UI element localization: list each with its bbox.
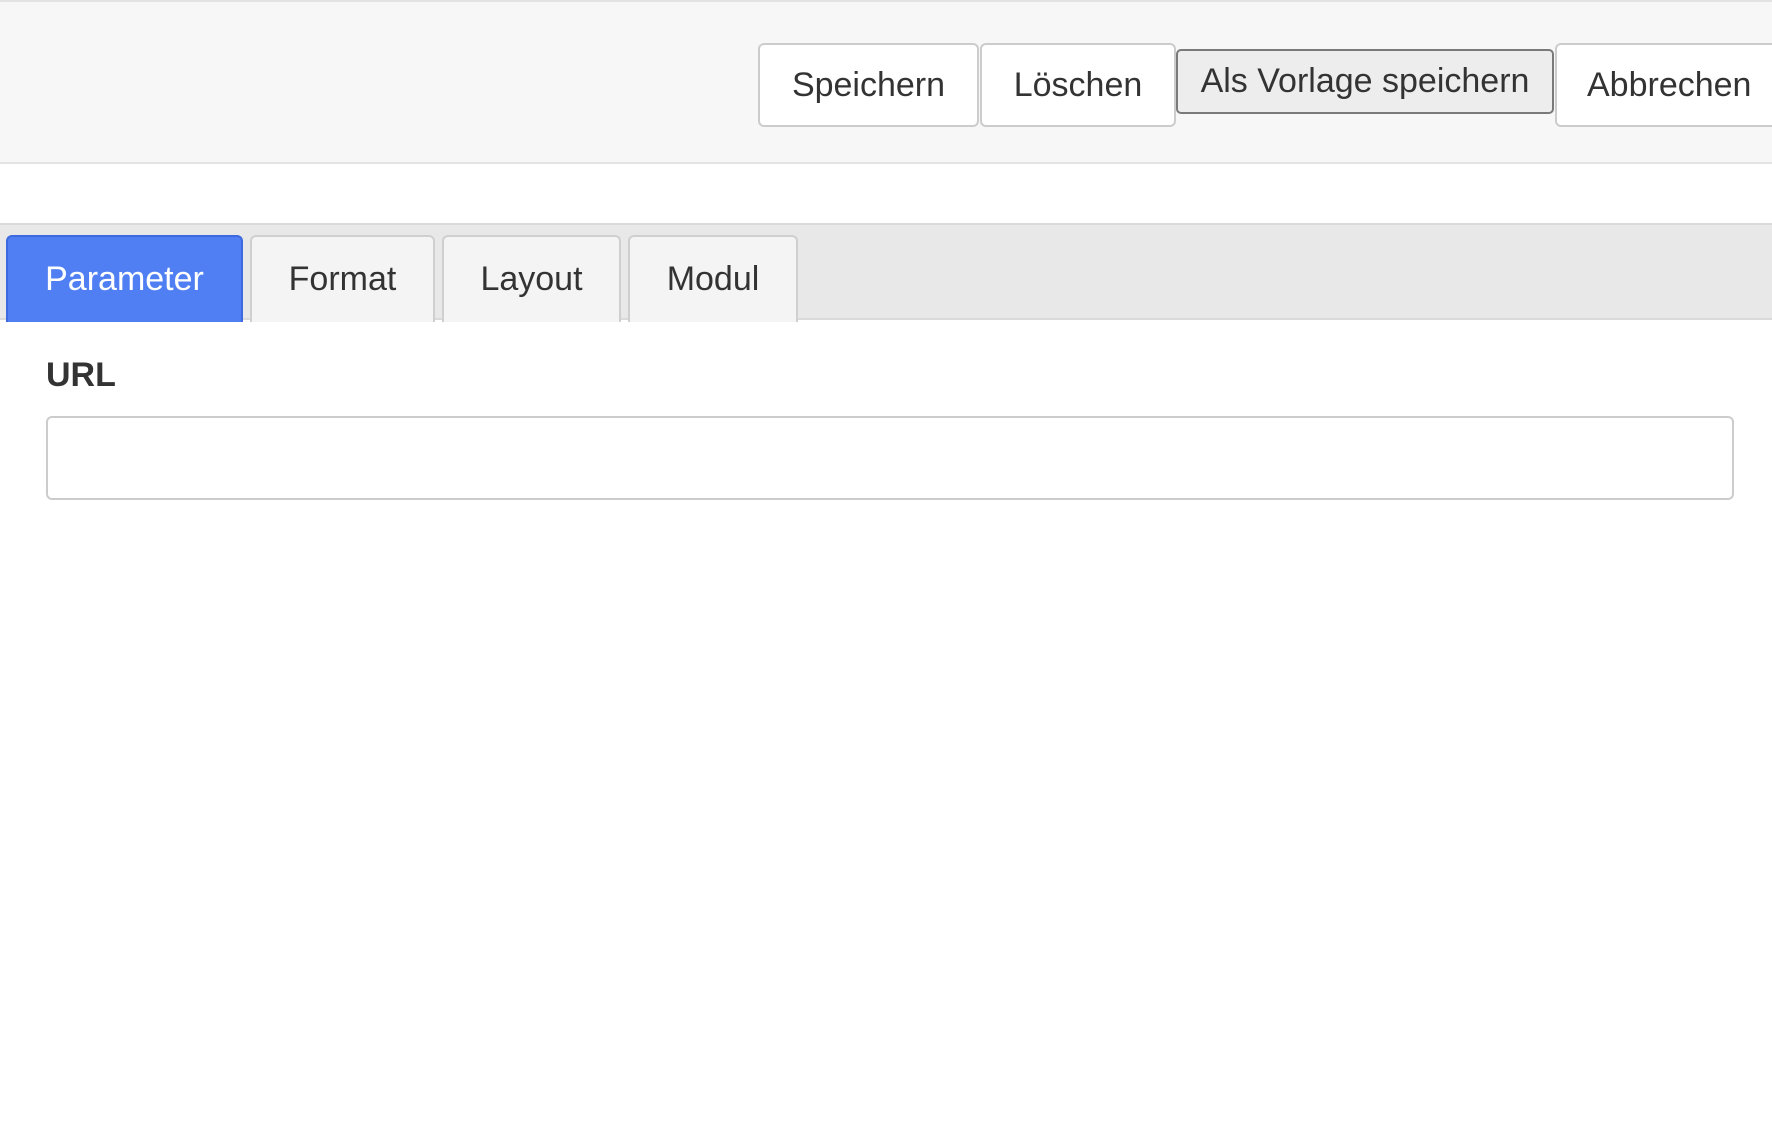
cancel-button[interactable]: Abbrechen <box>1555 43 1772 127</box>
save-button[interactable]: Speichern <box>758 43 979 127</box>
tab-modul[interactable]: Modul <box>628 235 798 322</box>
tab-bar: Parameter Format Layout Modul <box>0 223 1772 322</box>
url-label: URL <box>46 356 116 394</box>
url-input[interactable] <box>46 416 1734 500</box>
toolbar: Speichern Löschen Als Vorlage speichern … <box>0 0 1772 164</box>
save-as-template-button[interactable]: Als Vorlage speichern <box>1176 49 1554 114</box>
delete-button[interactable]: Löschen <box>980 43 1176 127</box>
tab-parameter[interactable]: Parameter <box>6 235 243 322</box>
tab-layout[interactable]: Layout <box>442 235 621 322</box>
tab-format[interactable]: Format <box>250 235 435 322</box>
